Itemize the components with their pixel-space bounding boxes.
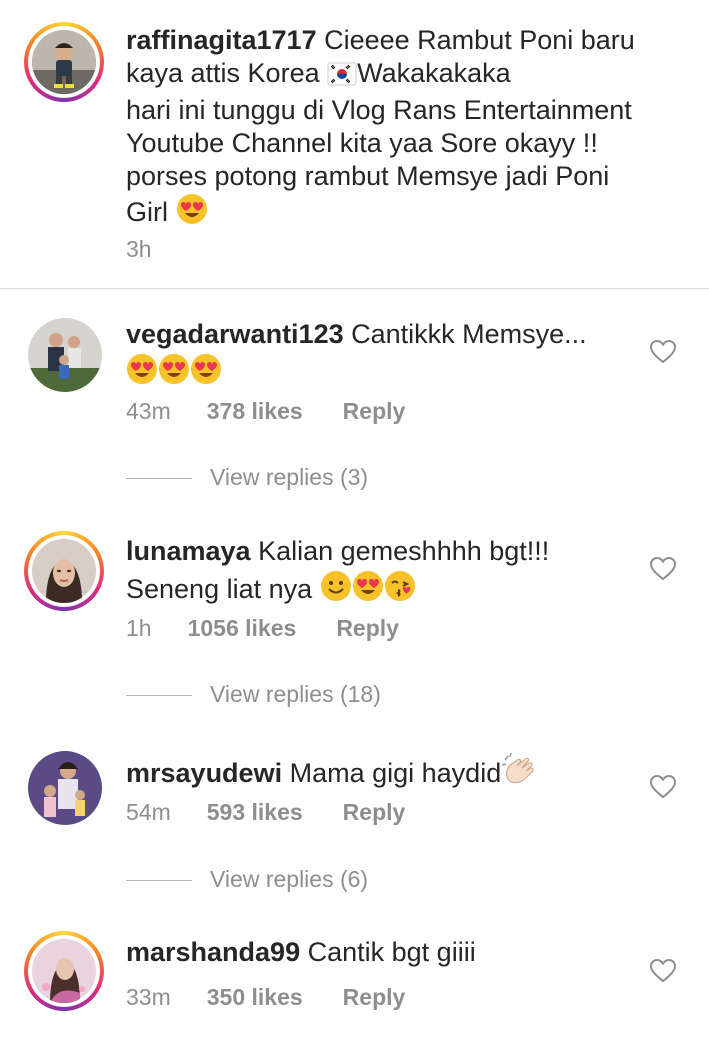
caption-time: 3h xyxy=(126,236,152,262)
reply-button[interactable]: Reply xyxy=(343,398,406,424)
comment-username[interactable]: mrsayudewi xyxy=(126,758,282,788)
comment-username[interactable]: vegadarwanti123 xyxy=(126,319,344,349)
comment-text: marshanda99 Cantik bgt giiii xyxy=(126,937,476,967)
avatar-marshanda99[interactable] xyxy=(24,931,104,1011)
view-replies-line xyxy=(126,695,192,696)
avatar-lunamaya[interactable] xyxy=(24,531,104,611)
heart-eyes-emoji xyxy=(158,353,190,393)
caption-avatar[interactable] xyxy=(24,22,104,102)
comment-time: 1h xyxy=(126,615,152,641)
comment-username[interactable]: lunamaya xyxy=(126,536,251,566)
heart-outline-icon[interactable] xyxy=(650,775,676,799)
caption-username[interactable]: raffinagita1717 xyxy=(126,25,317,55)
likes-count[interactable]: 378 likes xyxy=(207,398,303,424)
comment-username[interactable]: marshanda99 xyxy=(126,937,300,967)
likes-count[interactable]: 593 likes xyxy=(207,799,303,825)
kiss-emoji xyxy=(384,570,416,610)
divider xyxy=(0,288,709,289)
heart-outline-icon[interactable] xyxy=(650,959,676,983)
comment-text: vegadarwanti123 Cantikkk Memsye... xyxy=(126,318,626,393)
comment-meta: 33m 350 likes Reply xyxy=(126,984,405,1011)
comment-meta: 54m 593 likes Reply xyxy=(126,799,405,826)
caption-text: raffinagita1717 Cieeee Rambut Poni baru … xyxy=(126,24,686,233)
heart-outline-icon[interactable] xyxy=(650,340,676,364)
smile-emoji xyxy=(320,570,352,610)
avatar-vegadarwanti123[interactable] xyxy=(28,318,102,392)
comment-text: mrsayudewi Mama gigi haydid xyxy=(126,752,626,794)
likes-count[interactable]: 1056 likes xyxy=(188,615,297,641)
heart-eyes-emoji xyxy=(126,353,158,393)
heart-eyes-emoji xyxy=(352,570,384,610)
comment-time: 54m xyxy=(126,799,171,825)
view-replies-line xyxy=(126,880,192,881)
comment-meta: 1h 1056 likes Reply xyxy=(126,615,399,642)
reply-button[interactable]: Reply xyxy=(336,615,399,641)
view-replies-line xyxy=(126,478,192,479)
comment-meta: 43m 378 likes Reply xyxy=(126,398,405,425)
comment-time: 43m xyxy=(126,398,171,424)
heart-outline-icon[interactable] xyxy=(650,557,676,581)
heart-eyes-emoji xyxy=(190,353,222,393)
korea-flag-emoji xyxy=(327,61,357,94)
avatar-mrsayudewi[interactable] xyxy=(28,751,102,825)
comment-text: lunamaya Kalian gemeshhhh bgt!!! Seneng … xyxy=(126,535,626,610)
clapping-emoji xyxy=(501,752,535,794)
heart-eyes-emoji xyxy=(176,193,208,233)
reply-button[interactable]: Reply xyxy=(343,799,406,825)
reply-button[interactable]: Reply xyxy=(343,984,406,1010)
likes-count[interactable]: 350 likes xyxy=(207,984,303,1010)
comment-time: 33m xyxy=(126,984,171,1010)
